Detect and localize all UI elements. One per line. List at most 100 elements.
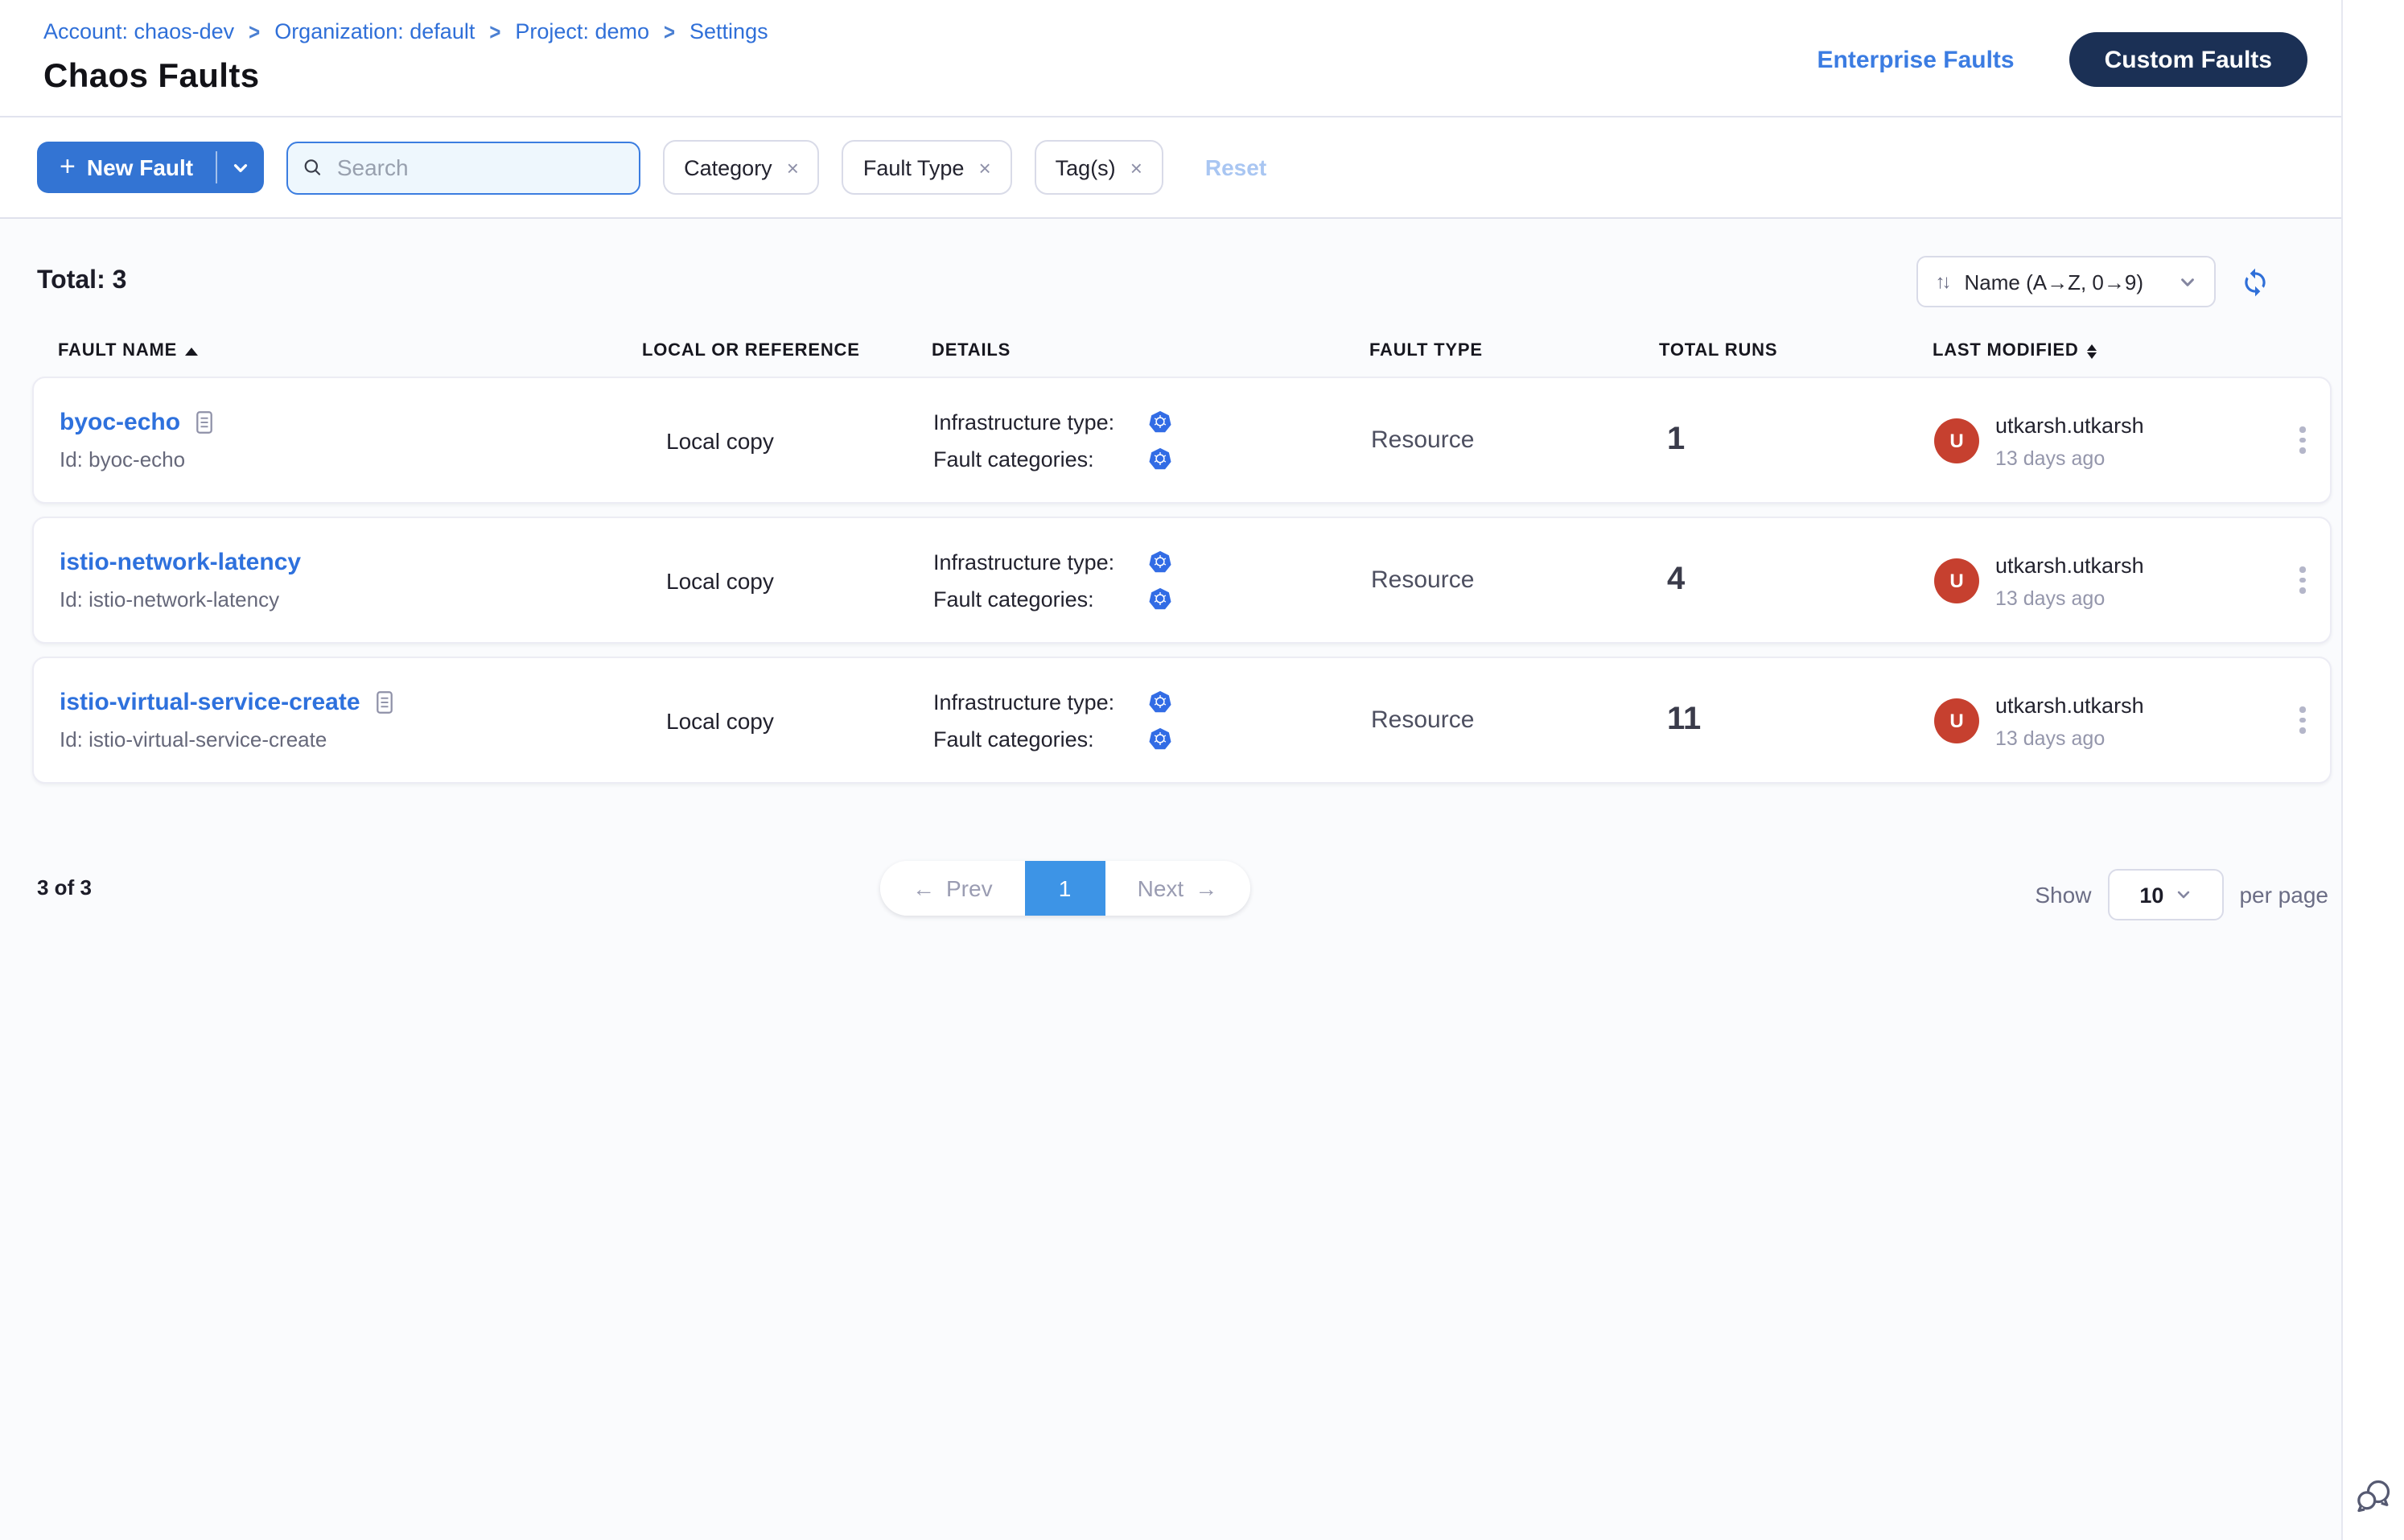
refresh-button[interactable]: [2240, 266, 2270, 297]
show-label: Show: [2035, 882, 2091, 908]
fault-categories-label: Fault categories:: [933, 727, 1130, 751]
next-page-button[interactable]: Next →: [1105, 861, 1250, 916]
fault-name-link[interactable]: istio-virtual-service-create: [60, 689, 360, 716]
fault-name-cell: byoc-echo Id: byoc-echo: [34, 409, 644, 471]
total-runs-cell: 1: [1661, 422, 1934, 459]
sort-ascending-icon: [185, 347, 198, 355]
fault-name-cell: istio-virtual-service-create Id: istio-v…: [34, 689, 644, 751]
row-menu-button[interactable]: [2272, 698, 2333, 743]
chat-bubbles-icon: [2354, 1477, 2393, 1516]
kubernetes-icon: [1149, 410, 1171, 433]
prev-label: Prev: [946, 875, 993, 901]
fault-type-cell: Resource: [1371, 706, 1661, 734]
plus-icon: +: [60, 150, 76, 183]
sort-dropdown-value: Name (A→Z, 0→9): [1965, 270, 2144, 294]
arrow-right-icon: →: [1195, 875, 1217, 901]
close-icon[interactable]: ×: [978, 155, 990, 179]
list-header: Total: 3 ↑↓ Name (A→Z, 0→9): [37, 256, 2270, 307]
search-box: [286, 141, 640, 194]
table-header-row: FAULT NAME LOCAL OR REFERENCE DETAILS FA…: [32, 341, 2332, 360]
new-fault-button[interactable]: + New Fault: [37, 142, 216, 193]
search-icon: [303, 156, 323, 179]
copy-icon[interactable]: [375, 690, 394, 714]
reset-filters-button[interactable]: Reset: [1205, 154, 1266, 180]
column-fault-name-label: FAULT NAME: [58, 341, 177, 360]
copy-icon[interactable]: [195, 410, 214, 434]
modified-by: utkarsh.utkarsh: [1995, 413, 2144, 437]
chevron-down-icon: [2179, 273, 2196, 290]
chevron-down-icon: [2175, 887, 2191, 903]
fault-categories-label: Fault categories:: [933, 447, 1130, 471]
last-modified-cell: U utkarsh.utkarsh 13 days ago: [1934, 411, 2272, 469]
refresh-icon: [2240, 266, 2270, 297]
new-fault-split-button: + New Fault: [37, 142, 264, 193]
table-row[interactable]: byoc-echo Id: byoc-echo Local copy Infra…: [32, 377, 2332, 504]
column-last-modified[interactable]: LAST MODIFIED: [1933, 341, 2270, 360]
custom-faults-tab[interactable]: Custom Faults: [2069, 32, 2307, 87]
column-total-runs: TOTAL RUNS: [1659, 341, 1933, 360]
new-fault-label: New Fault: [87, 154, 193, 180]
modified-by: utkarsh.utkarsh: [1995, 553, 2144, 577]
fault-id: Id: istio-virtual-service-create: [60, 727, 644, 751]
new-fault-dropdown-button[interactable]: [217, 142, 264, 193]
close-icon[interactable]: ×: [787, 155, 799, 179]
chaos-faults-page: Account: chaos-dev > Organization: defau…: [0, 0, 2404, 1540]
breadcrumb-settings[interactable]: Settings: [690, 19, 768, 43]
column-last-modified-label: LAST MODIFIED: [1933, 341, 2079, 360]
local-or-reference-cell: Local copy: [644, 707, 933, 733]
infrastructure-type-label: Infrastructure type:: [933, 550, 1130, 574]
avatar: U: [1934, 698, 1979, 743]
column-fault-type: FAULT TYPE: [1369, 341, 1659, 360]
page-size-select[interactable]: 10: [2107, 869, 2223, 920]
next-label: Next: [1138, 875, 1184, 901]
avatar: U: [1934, 418, 1979, 463]
page-1-button[interactable]: 1: [1025, 861, 1105, 916]
modified-date: 13 days ago: [1995, 587, 2144, 609]
filter-category[interactable]: Category ×: [663, 140, 820, 195]
arrow-left-icon: ←: [912, 875, 935, 901]
total-runs-cell: 4: [1661, 562, 1934, 599]
filter-chips: Category × Fault Type × Tag(s) ×: [663, 140, 1163, 195]
kubernetes-icon: [1149, 447, 1171, 470]
column-local-or-reference: LOCAL OR REFERENCE: [642, 341, 932, 360]
kubernetes-icon: [1149, 727, 1171, 750]
enterprise-faults-tab[interactable]: Enterprise Faults: [1817, 46, 2015, 73]
prev-page-button[interactable]: ← Prev: [880, 861, 1025, 916]
fault-name-cell: istio-network-latency Id: istio-network-…: [34, 549, 644, 611]
breadcrumb-separator-icon: >: [664, 18, 675, 45]
fault-name-link[interactable]: istio-network-latency: [60, 549, 301, 576]
close-icon[interactable]: ×: [1130, 155, 1142, 179]
breadcrumb-separator-icon: >: [489, 18, 500, 45]
kubernetes-icon: [1149, 587, 1171, 610]
breadcrumb-organization[interactable]: Organization: default: [274, 19, 475, 43]
fault-name-link[interactable]: byoc-echo: [60, 409, 180, 436]
pagination-summary: 3 of 3: [37, 875, 92, 900]
sort-dropdown[interactable]: ↑↓ Name (A→Z, 0→9): [1916, 256, 2217, 307]
modified-date: 13 days ago: [1995, 727, 2144, 749]
kubernetes-icon: [1149, 690, 1171, 713]
infrastructure-type-label: Infrastructure type:: [933, 690, 1130, 714]
breadcrumb-account[interactable]: Account: chaos-dev: [43, 19, 234, 43]
column-fault-name[interactable]: FAULT NAME: [32, 341, 642, 360]
row-menu-button[interactable]: [2272, 418, 2333, 463]
chat-widget-button[interactable]: [2354, 1477, 2393, 1524]
breadcrumb-project[interactable]: Project: demo: [515, 19, 649, 43]
page-size-value: 10: [2139, 883, 2163, 907]
row-menu-button[interactable]: [2272, 558, 2333, 603]
table-row[interactable]: istio-virtual-service-create Id: istio-v…: [32, 657, 2332, 784]
fault-id: Id: byoc-echo: [60, 447, 644, 471]
pagination-row: 3 of 3 ← Prev 1 Next → Show 10: [0, 859, 2341, 917]
fault-categories-label: Fault categories:: [933, 587, 1130, 611]
local-or-reference-cell: Local copy: [644, 427, 933, 453]
modified-by: utkarsh.utkarsh: [1995, 693, 2144, 717]
filter-fault-type[interactable]: Fault Type ×: [842, 140, 1012, 195]
breadcrumb-separator-icon: >: [249, 18, 260, 45]
details-cell: Infrastructure type: Fault categories:: [933, 550, 1371, 611]
sort-controls: ↑↓ Name (A→Z, 0→9): [1916, 256, 2271, 307]
search-input[interactable]: [334, 153, 624, 182]
sort-updown-icon: [2087, 344, 2097, 358]
details-cell: Infrastructure type: Fault categories:: [933, 690, 1371, 751]
table-row[interactable]: istio-network-latency Id: istio-network-…: [32, 517, 2332, 644]
filter-tags[interactable]: Tag(s) ×: [1035, 140, 1163, 195]
fault-type-cell: Resource: [1371, 426, 1661, 454]
